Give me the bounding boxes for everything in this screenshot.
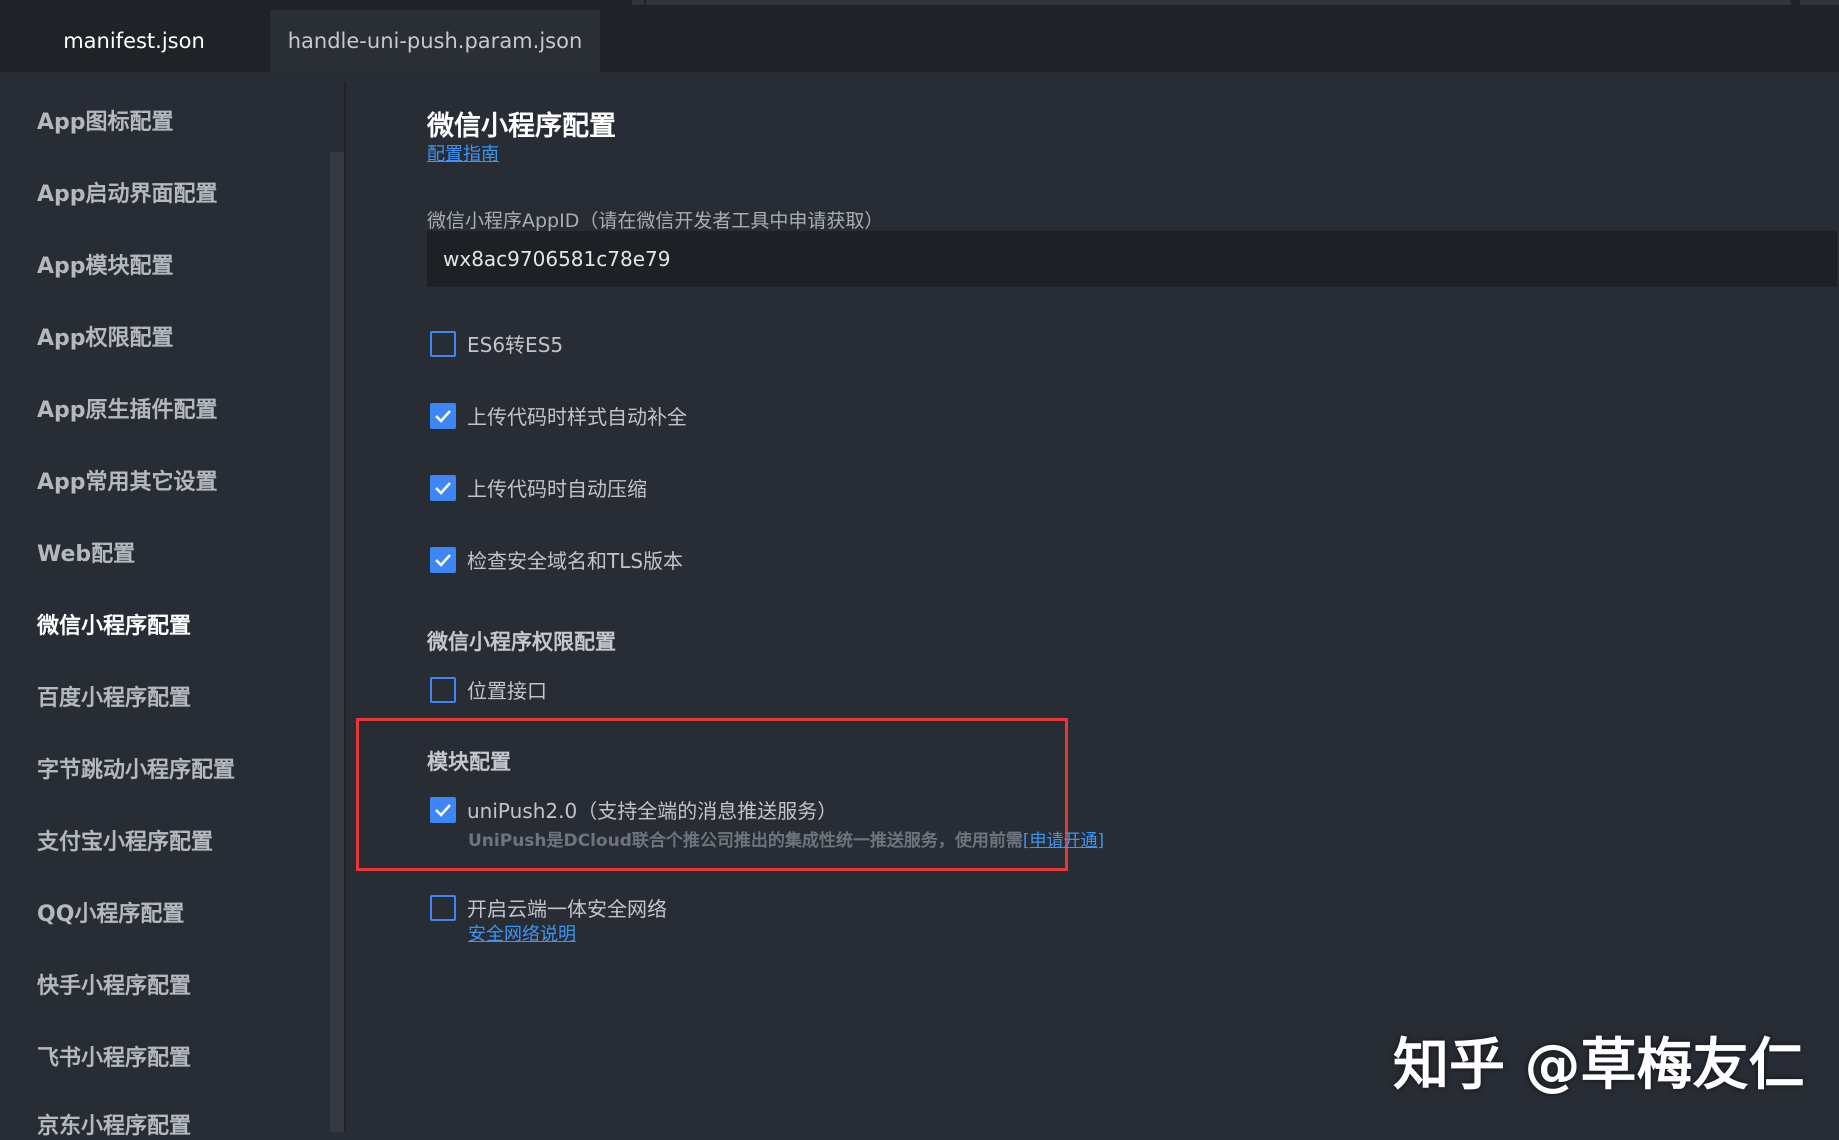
appid-input[interactable] xyxy=(427,231,1837,287)
checkbox-unchecked-icon[interactable] xyxy=(430,894,456,921)
option-label: 上传代码时自动压缩 xyxy=(467,477,647,501)
sidebar-item-app-native-plugins[interactable]: App原生插件配置 xyxy=(37,392,218,424)
watermark: 知乎 @草梅友仁 xyxy=(1393,1033,1805,1098)
checkbox-checked-icon[interactable] xyxy=(430,474,456,501)
tab-handle-uni-push-param-json[interactable]: handle-uni-push.param.json xyxy=(270,10,600,72)
option-es6-to-es5[interactable]: ES6转ES5 xyxy=(430,329,563,358)
option-unipush[interactable]: uniPush2.0（支持全端的消息推送服务） xyxy=(430,795,837,824)
option-secure-network[interactable]: 开启云端一体安全网络 xyxy=(430,893,667,922)
option-auto-minify[interactable]: 上传代码时自动压缩 xyxy=(430,473,647,502)
sidebar-item-app-icon[interactable]: App图标配置 xyxy=(37,104,174,136)
page-title: 微信小程序配置 xyxy=(427,111,616,142)
option-check-domain-tls[interactable]: 检查安全域名和TLS版本 xyxy=(430,545,683,574)
sidebar-item-app-modules[interactable]: App模块配置 xyxy=(37,248,174,280)
option-label: uniPush2.0（支持全端的消息推送服务） xyxy=(467,799,838,823)
option-location-api[interactable]: 位置接口 xyxy=(430,675,547,704)
window-top-strip xyxy=(0,0,1839,10)
option-label: 上传代码时样式自动补全 xyxy=(467,405,687,429)
checkbox-checked-icon[interactable] xyxy=(430,402,456,429)
sidebar-item-alipay-miniprogram[interactable]: 支付宝小程序配置 xyxy=(37,824,213,856)
checkbox-checked-icon[interactable] xyxy=(430,546,456,573)
sidebar-item-kuaishou-miniprogram[interactable]: 快手小程序配置 xyxy=(37,968,191,1000)
apply-link[interactable]: [申请开通] xyxy=(1023,831,1104,851)
option-label: ES6转ES5 xyxy=(467,333,564,357)
tab-manifest-json[interactable]: manifest.json xyxy=(0,10,268,72)
sidebar-item-app-splash[interactable]: App启动界面配置 xyxy=(37,176,218,208)
tab-label: handle-uni-push.param.json xyxy=(287,29,583,53)
sidebar-item-qq-miniprogram[interactable]: QQ小程序配置 xyxy=(37,896,184,928)
sidebar-item-baidu-miniprogram[interactable]: 百度小程序配置 xyxy=(37,680,191,712)
sidebar-item-app-permissions[interactable]: App权限配置 xyxy=(37,320,174,352)
description-text: UniPush是DCloud联合个推公司推出的集成性统一推送服务，使用前需 xyxy=(468,831,1023,851)
tab-label: manifest.json xyxy=(63,29,205,53)
module-section-title: 模块配置 xyxy=(427,750,511,774)
sidebar-item-bytedance-miniprogram[interactable]: 字节跳动小程序配置 xyxy=(37,752,235,784)
option-style-autocomplete[interactable]: 上传代码时样式自动补全 xyxy=(430,401,687,430)
sidebar-item-wechat-miniprogram[interactable]: 微信小程序配置 xyxy=(37,608,191,640)
sidebar-item-feishu-miniprogram[interactable]: 飞书小程序配置 xyxy=(37,1040,191,1072)
secure-network-link[interactable]: 安全网络说明 xyxy=(468,920,576,946)
checkbox-unchecked-icon[interactable] xyxy=(430,676,456,703)
option-label: 位置接口 xyxy=(467,679,547,703)
config-panel: 微信小程序配置 配置指南 微信小程序AppID（请在微信开发者工具中申请获取） … xyxy=(346,72,1839,1132)
editor-tab-bar: manifest.json handle-uni-push.param.json xyxy=(0,10,1839,72)
option-label: 检查安全域名和TLS版本 xyxy=(467,549,684,573)
config-sidebar: App图标配置 App启动界面配置 App模块配置 App权限配置 App原生插… xyxy=(0,72,346,1139)
sidebar-scrollbar[interactable] xyxy=(330,152,344,1132)
checkbox-checked-icon[interactable] xyxy=(430,796,456,823)
option-label: 开启云端一体安全网络 xyxy=(467,897,667,921)
top-strip-segment xyxy=(1800,0,1839,5)
sidebar-item-web[interactable]: Web配置 xyxy=(37,536,135,568)
sidebar-item-jd-miniprogram[interactable]: 京东小程序配置 xyxy=(37,1108,191,1140)
top-strip-segment xyxy=(632,0,644,5)
appid-label: 微信小程序AppID（请在微信开发者工具中申请获取） xyxy=(427,210,884,232)
permission-section-title: 微信小程序权限配置 xyxy=(427,630,616,654)
config-guide-link[interactable]: 配置指南 xyxy=(427,140,499,166)
sidebar-item-app-other-settings[interactable]: App常用其它设置 xyxy=(37,464,218,496)
checkbox-unchecked-icon[interactable] xyxy=(430,330,456,357)
unipush-description: UniPush是DCloud联合个推公司推出的集成性统一推送服务，使用前需[申请… xyxy=(468,826,1104,851)
top-strip-segment xyxy=(646,0,1791,5)
